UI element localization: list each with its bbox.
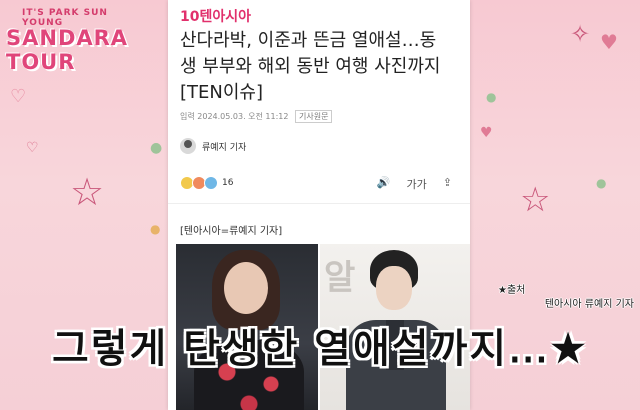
star-doodle-icon: ☆: [70, 170, 105, 214]
photo-caption: [텐아시아=류예지 기자]: [180, 226, 283, 237]
star-doodle-icon: ✧: [570, 20, 591, 48]
article-tools: 🔊 가가 ⇪: [377, 176, 452, 192]
brand-badge-title: SANDARA TOUR: [6, 26, 129, 74]
reaction-button[interactable]: 16: [180, 176, 233, 190]
headline-line: 생 부부와 해외 동반 여행 사진까지: [180, 56, 441, 77]
dot-doodle-icon: ●: [486, 90, 497, 104]
avatar: [180, 138, 196, 154]
brand-badge-small-text: IT'S PARK SUN YOUNG: [22, 8, 108, 28]
source-credit: ★출처 텐아시아 류예지 기자: [498, 284, 638, 312]
source-label: ★출처: [498, 285, 526, 296]
divider: [168, 203, 470, 204]
heart-doodle-icon: ♡: [10, 86, 27, 107]
dot-doodle-icon: ●: [150, 222, 161, 236]
speaker-icon[interactable]: 🔊: [377, 176, 391, 192]
reaction-count: 16: [222, 178, 234, 188]
article-headline: 산다라박, 이준과 뜬금 열애설…동 생 부부와 해외 동반 여행 사진까지 […: [180, 28, 465, 106]
brand-badge: IT'S PARK SUN YOUNG SANDARA TOUR: [2, 4, 142, 74]
source-name: 텐아시아 류예지 기자: [544, 299, 634, 310]
publish-date: 입력 2024.05.03. 오전 11:12: [180, 112, 289, 121]
sad-emoji-icon: [204, 176, 218, 190]
heart-doodle-icon: ♥: [600, 30, 618, 54]
site-logo[interactable]: 10텐아시아: [180, 6, 251, 26]
heart-doodle-icon: ♥: [480, 125, 493, 141]
font-size-button[interactable]: 가가: [407, 176, 427, 192]
headline-line: [TEN이슈]: [180, 82, 263, 103]
share-icon[interactable]: ⇪: [443, 176, 452, 192]
original-article-button[interactable]: 기사원문: [295, 110, 333, 123]
heart-doodle-icon: ♡: [26, 140, 39, 156]
dot-doodle-icon: ●: [596, 176, 607, 190]
author-name: 류예지 기자: [202, 142, 247, 153]
author-row[interactable]: 류예지 기자: [180, 136, 246, 156]
article-meta: 입력 2024.05.03. 오전 11:12 기사원문: [180, 110, 333, 123]
dot-doodle-icon: ●: [150, 140, 163, 156]
star-doodle-icon: ☆: [520, 180, 551, 220]
headline-line: 산다라박, 이준과 뜬금 열애설…동: [180, 30, 437, 51]
video-subtitle: 그렇게 탄생한 열애설까지…★: [51, 326, 589, 373]
